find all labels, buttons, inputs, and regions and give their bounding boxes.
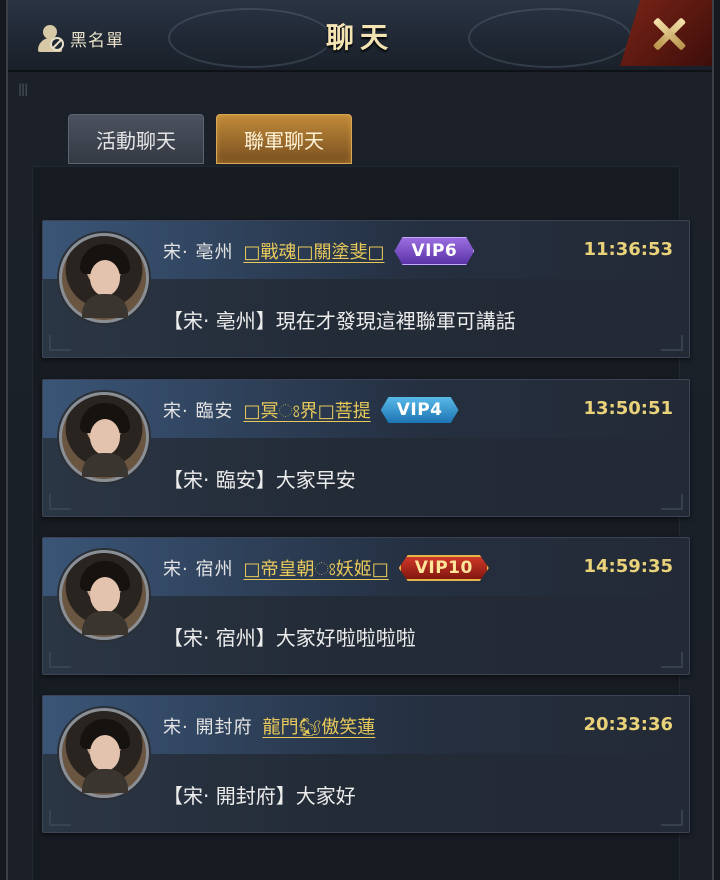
chat-message: 宋· 臨安 □冥ଃ界□菩提 VIP4 13:50:51 【宋· 臨安】大家早安 (42, 379, 690, 517)
message-text: 【宋· 宿州】大家好啦啦啦啦 (163, 626, 416, 650)
message-time: 14:59:35 (583, 556, 673, 577)
player-avatar[interactable] (59, 233, 149, 323)
message-time: 20:33:36 (583, 714, 673, 735)
close-button[interactable] (620, 0, 712, 66)
player-name-link[interactable]: □冥ଃ界□菩提 (243, 397, 370, 423)
chat-message: 宋· 亳州 □戰魂□關塗斐□ VIP6 11:36:53 【宋· 亳州】現在才發… (42, 220, 690, 358)
player-region: 宋· 宿州 (163, 559, 234, 580)
message-time: 11:36:53 (583, 239, 673, 260)
player-avatar[interactable] (59, 392, 149, 482)
message-time: 13:50:51 (583, 398, 673, 419)
player-name-link[interactable]: □帝皇朝ଃ妖姬□ (243, 555, 388, 581)
player-region: 宋· 臨安 (163, 401, 234, 422)
player-region: 宋· 開封府 (163, 717, 253, 738)
player-region: 宋· 亳州 (163, 242, 234, 263)
drag-grip-icon: ||| (18, 82, 28, 96)
chat-message: 宋· 開封府 龍門🐿傲笑蓮 20:33:36 【宋· 開封府】大家好 (42, 695, 690, 833)
chat-message: 宋· 宿州 □帝皇朝ଃ妖姬□ VIP10 14:59:35 【宋· 宿州】大家好… (42, 537, 690, 675)
chat-header: 黑名單 聊天 (8, 0, 712, 72)
tab-alliance-chat[interactable]: 聯軍聊天 (216, 114, 352, 164)
player-avatar[interactable] (59, 550, 149, 640)
message-text: 【宋· 亳州】現在才發現這裡聯軍可講話 (163, 309, 516, 333)
vip-badge: VIP4 (380, 397, 459, 423)
vip-badge: VIP10 (398, 555, 489, 581)
player-avatar[interactable] (59, 708, 149, 798)
player-name-link[interactable]: 龍門🐿傲笑蓮 (262, 713, 375, 739)
page-title: 聊天 (325, 21, 394, 54)
chat-tabs: 活動聊天 聯軍聊天 (68, 114, 352, 164)
message-text: 【宋· 臨安】大家早安 (163, 468, 356, 492)
tab-activity-chat[interactable]: 活動聊天 (68, 114, 204, 164)
vip-badge: VIP6 (394, 237, 475, 265)
player-name-link[interactable]: □戰魂□關塗斐□ (243, 238, 384, 264)
chat-window: 黑名單 聊天 ||| 活動聊天 聯軍聊天 宋· 亳州 □戰魂□關塗斐□ VIP6… (6, 0, 714, 880)
message-text: 【宋· 開封府】大家好 (163, 784, 356, 808)
